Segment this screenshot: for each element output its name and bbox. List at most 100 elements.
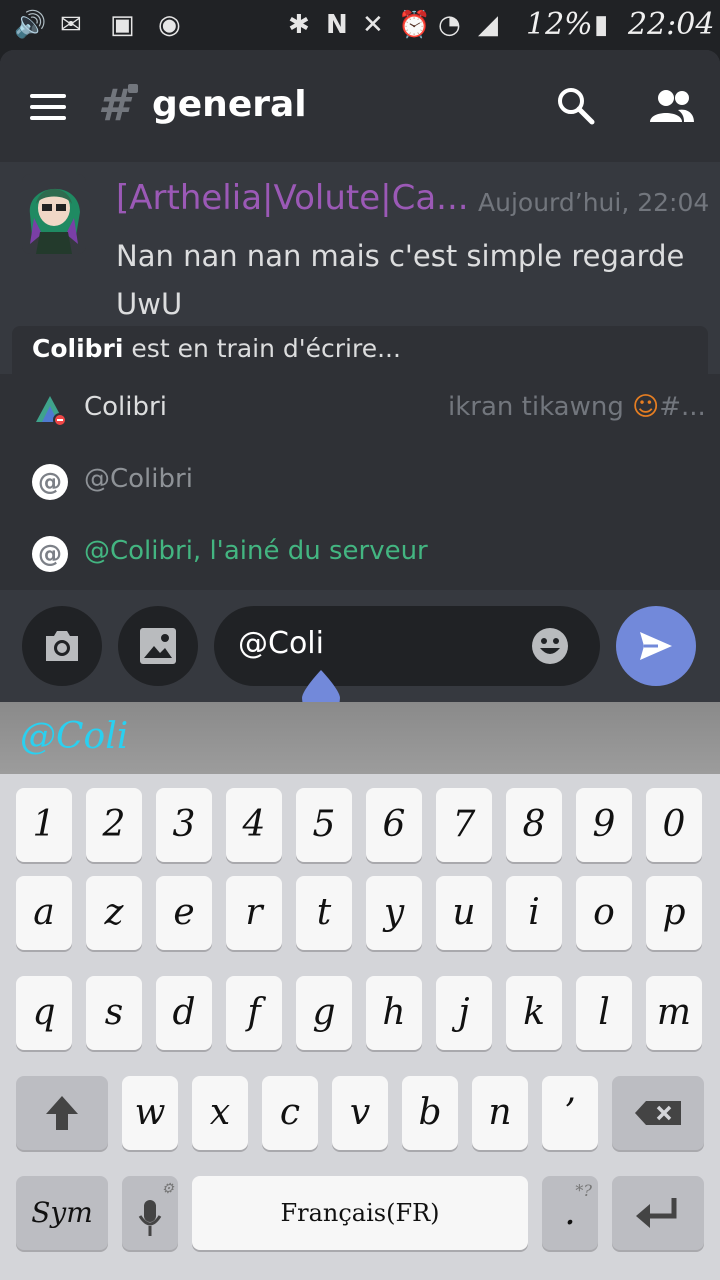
at-icon: @ — [32, 536, 68, 572]
camera-button[interactable] — [22, 606, 102, 686]
key-row3-7[interactable]: k — [506, 976, 562, 1050]
key-row1-6[interactable]: 7 — [436, 788, 492, 862]
wifi-icon: ◔ — [438, 10, 461, 40]
lock-icon — [128, 84, 138, 93]
clock: 22:04 — [628, 7, 715, 42]
key-row2-1[interactable]: z — [86, 876, 142, 950]
image-icon — [140, 628, 176, 664]
period-key[interactable]: *? . — [542, 1176, 598, 1250]
send-button[interactable] — [616, 606, 696, 686]
key-row4-0[interactable]: w — [122, 1076, 178, 1150]
key-row2-9[interactable]: p — [646, 876, 702, 950]
key-row1-5[interactable]: 6 — [366, 788, 422, 862]
key-row1-7[interactable]: 8 — [506, 788, 562, 862]
symbols-key[interactable]: Sym — [16, 1176, 108, 1250]
key-row4-1[interactable]: x — [192, 1076, 248, 1150]
period-key-hint: *? — [575, 1181, 592, 1200]
emoji-picker-icon[interactable] — [530, 626, 570, 666]
status-bar: 🔊 ✉ ▣ ◉ ✱ N ✕ ⏰ ◔ ◢ 12% ▮ 22:04 — [0, 0, 720, 50]
settings-icon: ⚙ — [161, 1181, 174, 1197]
shift-icon — [46, 1096, 78, 1130]
period-key-label: . — [564, 1192, 576, 1233]
backspace-icon — [635, 1101, 681, 1125]
nfc-icon: N — [326, 10, 348, 40]
backspace-key[interactable] — [612, 1076, 704, 1150]
user-avatar-icon — [36, 396, 67, 427]
enter-key[interactable] — [612, 1176, 704, 1250]
key-row1-0[interactable]: 1 — [16, 788, 72, 862]
key-row3-1[interactable]: s — [86, 976, 142, 1050]
menu-icon[interactable] — [30, 94, 66, 120]
avatar[interactable] — [22, 174, 86, 254]
autocomplete-item-role[interactable]: @ @Colibri, l'ainé du serveur — [0, 518, 720, 591]
channel-header: # general — [0, 50, 720, 162]
typing-user: Colibri — [32, 334, 124, 363]
gallery-icon: ▣ — [110, 10, 135, 40]
locked-channel-icon: # — [98, 80, 129, 131]
autocomplete-meta: ikran tikawng ☺#... — [448, 392, 706, 422]
key-row2-5[interactable]: y — [366, 876, 422, 950]
autocomplete-label: Colibri — [84, 392, 167, 422]
key-row3-3[interactable]: f — [226, 976, 282, 1050]
key-row4-6[interactable]: ’ — [542, 1076, 598, 1150]
at-icon: @ — [32, 464, 68, 500]
typing-text: est en train d'écrire... — [123, 334, 401, 363]
key-row1-9[interactable]: 0 — [646, 788, 702, 862]
key-row2-8[interactable]: o — [576, 876, 632, 950]
keyboard: 1234567890 azertyuiop qsdfghjklm w x c v b n’… — [0, 774, 720, 1280]
key-row1-3[interactable]: 4 — [226, 788, 282, 862]
message-input-value: @Coli — [238, 626, 324, 661]
enter-icon — [636, 1198, 677, 1228]
autocomplete-item-user[interactable]: Colibri ikran tikawng ☺#... — [0, 374, 720, 447]
image-button[interactable] — [118, 606, 198, 686]
key-row2-3[interactable]: r — [226, 876, 282, 950]
key-row3-0[interactable]: q — [16, 976, 72, 1050]
mail-icon: ✉ — [60, 10, 82, 40]
battery-icon: ▮ — [594, 10, 609, 40]
camera-icon — [46, 631, 78, 661]
keyboard-suggestion[interactable]: @Coli — [20, 716, 128, 757]
send-icon — [640, 632, 672, 660]
key-row1-2[interactable]: 3 — [156, 788, 212, 862]
microphone-icon — [138, 1200, 162, 1236]
key-row2-6[interactable]: u — [436, 876, 492, 950]
key-row4-4[interactable]: b — [402, 1076, 458, 1150]
key-row1-1[interactable]: 2 — [86, 788, 142, 862]
app-window: # general [Arthelia|Volute|Ca... Aujourd… — [0, 50, 720, 702]
key-row2-4[interactable]: t — [296, 876, 352, 950]
key-row3-5[interactable]: h — [366, 976, 422, 1050]
space-key[interactable]: Français(FR) — [192, 1176, 528, 1250]
signal-icon: ◢ — [478, 10, 498, 40]
message-input-bar: @Coli — [0, 590, 720, 702]
members-icon[interactable] — [648, 88, 696, 124]
search-icon[interactable] — [556, 86, 596, 126]
message-username[interactable]: [Arthelia|Volute|Ca... — [116, 178, 469, 218]
autocomplete-label: @Colibri — [84, 464, 193, 494]
key-row2-7[interactable]: i — [506, 876, 562, 950]
mute-icon: ✕ — [362, 10, 384, 40]
shift-key[interactable] — [16, 1076, 108, 1150]
key-row4-3[interactable]: v — [332, 1076, 388, 1150]
message-timestamp: Aujourd’hui, 22:04 — [478, 188, 710, 217]
key-row3-2[interactable]: d — [156, 976, 212, 1050]
key-row1-8[interactable]: 9 — [576, 788, 632, 862]
key-row3-6[interactable]: j — [436, 976, 492, 1050]
alarm-icon: ⏰ — [398, 10, 431, 40]
key-row2-2[interactable]: e — [156, 876, 212, 950]
app-notification-icon: ◉ — [158, 10, 181, 40]
key-row1-4[interactable]: 5 — [296, 788, 352, 862]
key-row4-5[interactable]: n — [472, 1076, 528, 1150]
emoji-icon: ☺ — [632, 392, 660, 422]
autocomplete-item-role[interactable]: @ @Colibri — [0, 446, 720, 519]
typing-indicator: Colibri est en train d'écrire... — [12, 326, 708, 374]
keyboard-suggestion-bar: @Coli — [0, 702, 720, 774]
bluetooth-icon: ✱ — [288, 10, 310, 40]
key-row3-8[interactable]: l — [576, 976, 632, 1050]
voice-key[interactable]: ⚙ — [122, 1176, 178, 1250]
channel-name: general — [152, 84, 307, 125]
key-row3-9[interactable]: m — [646, 976, 702, 1050]
key-row4-2[interactable]: c — [262, 1076, 318, 1150]
message-input[interactable]: @Coli — [214, 606, 600, 686]
key-row3-4[interactable]: g — [296, 976, 352, 1050]
key-row2-0[interactable]: a — [16, 876, 72, 950]
